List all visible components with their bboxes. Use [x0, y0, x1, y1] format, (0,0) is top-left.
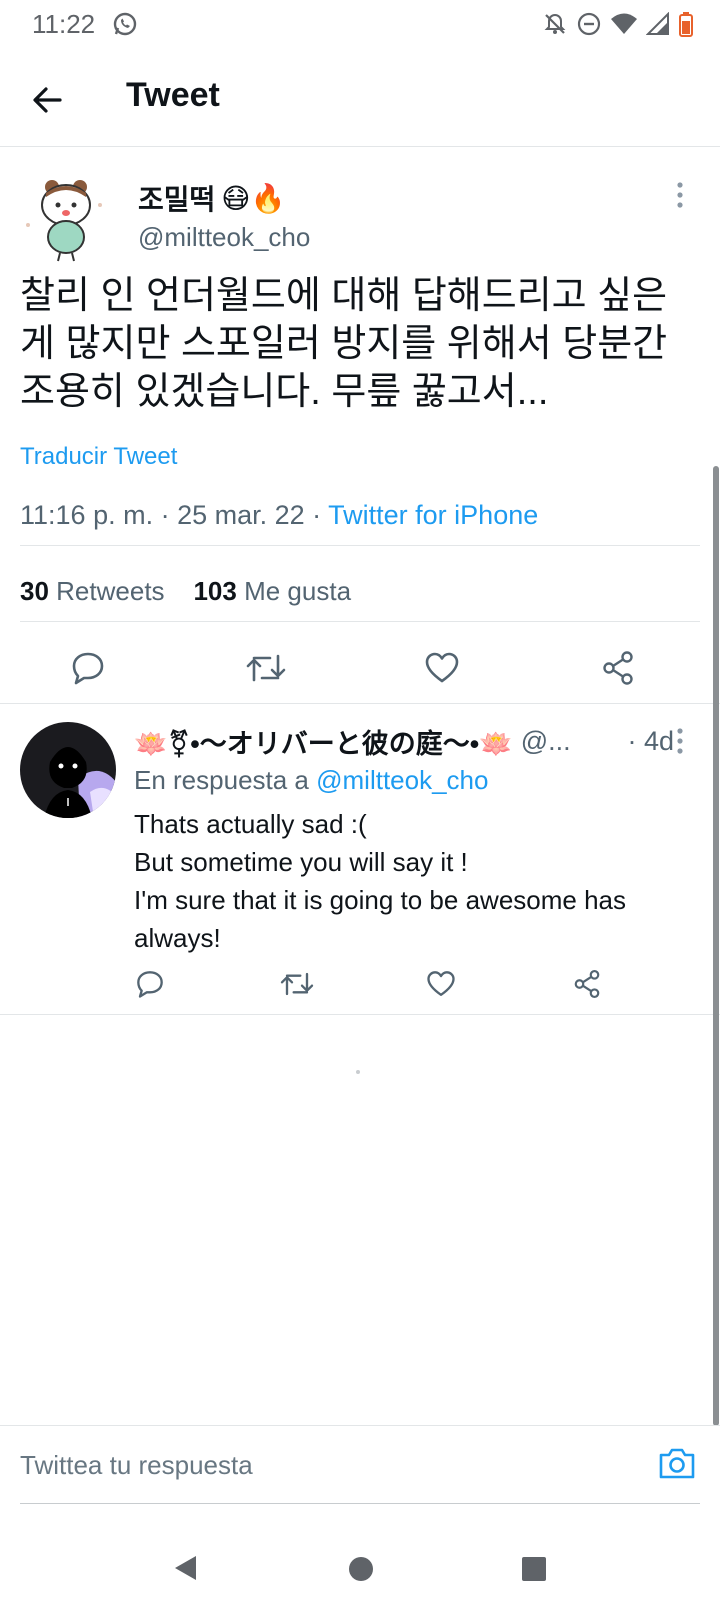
reply-text: Thats actually sad :( But sometime you w…	[134, 805, 674, 957]
reply-line: I'm sure that it is going to be awesome …	[134, 885, 634, 953]
tweet-source-link[interactable]: Twitter for iPhone	[328, 500, 538, 530]
reply-author-name: 🪷⚧•〜オリバーと彼の庭〜•🪷	[134, 729, 513, 759]
reply-author-handle: @...	[520, 726, 571, 756]
avatar[interactable]	[18, 175, 114, 263]
camera-icon	[659, 1448, 695, 1479]
scrollbar[interactable]	[713, 466, 719, 1426]
likes-label: Me gusta	[244, 576, 352, 606]
retweet-button[interactable]	[246, 650, 286, 690]
triangle-back-icon	[175, 1556, 196, 1580]
square-recents-icon	[522, 1557, 546, 1581]
tweet-stats: 30 Retweets 103 Me gusta	[20, 576, 351, 607]
do-not-disturb-icon	[576, 11, 602, 37]
reply-context: En respuesta a @miltteok_cho	[134, 765, 488, 796]
divider	[20, 545, 700, 546]
reply-line: Thats actually sad :(	[134, 809, 367, 839]
battery-icon	[678, 11, 694, 37]
arrow-left-icon	[33, 87, 62, 113]
reply-action-bar	[0, 965, 720, 1015]
status-time: 11:22	[32, 9, 96, 39]
more-vertical-icon	[677, 182, 683, 208]
heart-icon	[425, 652, 459, 683]
share-button[interactable]	[600, 650, 640, 690]
notifications-off-icon	[542, 11, 568, 37]
reply-reply-button[interactable]	[135, 969, 167, 1001]
compose-bar	[0, 1425, 720, 1505]
reply-like-button[interactable]	[426, 969, 458, 1001]
retweet-icon	[246, 654, 286, 682]
author-display-name: 조밀떡	[138, 184, 216, 215]
nav-home-button[interactable]	[348, 1556, 374, 1582]
retweets-count: 30	[20, 576, 49, 606]
like-button[interactable]	[424, 650, 464, 690]
author-handle[interactable]: @miltteok_cho	[138, 222, 310, 253]
reply-icon	[72, 652, 104, 685]
likes-stat[interactable]: 103 Me gusta	[193, 576, 351, 606]
camera-button[interactable]	[658, 1446, 696, 1480]
loading-indicator	[356, 1070, 360, 1074]
nav-recents-button[interactable]	[521, 1556, 547, 1582]
retweet-icon	[280, 972, 314, 996]
reply-retweet-button[interactable]	[280, 969, 314, 1001]
heart-icon	[427, 971, 455, 996]
share-icon	[574, 970, 600, 998]
tweet-meta: 11:16 p. m. · 25 mar. 22 · Twitter for i…	[20, 500, 538, 531]
likes-count: 103	[193, 576, 237, 606]
author-name[interactable]: 조밀떡 😷🔥	[138, 178, 285, 218]
whatsapp-icon	[112, 11, 138, 37]
tweet-timestamp: 11:16 p. m. · 25 mar. 22 ·	[20, 500, 329, 530]
circle-home-icon	[349, 1557, 373, 1581]
retweets-stat[interactable]: 30 Retweets	[20, 576, 165, 606]
reply-button[interactable]	[70, 650, 110, 690]
nav-back-button[interactable]	[172, 1554, 198, 1582]
translate-tweet-link[interactable]: Traducir Tweet	[20, 443, 177, 471]
wifi-icon	[610, 12, 638, 36]
page-title: Tweet	[126, 76, 220, 114]
tweet-text: 찰리 인 언더월드에 대해 답해드리고 싶은 게 많지만 스포일러 방지를 위해…	[20, 275, 668, 413]
author-emojis: 😷🔥	[221, 182, 286, 214]
reply-icon	[137, 971, 163, 998]
reply-to-handle-link[interactable]: @miltteok_cho	[316, 765, 488, 795]
more-options-button[interactable]	[676, 182, 684, 208]
reply-more-options-button[interactable]	[676, 728, 684, 754]
divider	[20, 621, 700, 622]
reply-share-button[interactable]	[572, 969, 604, 1001]
system-nav-bar	[0, 1520, 720, 1600]
reply-timestamp: · 4d	[627, 726, 674, 756]
compose-underline	[20, 1503, 700, 1504]
status-bar: 11:22	[0, 0, 720, 50]
back-button[interactable]	[28, 80, 68, 120]
top-app-bar: Tweet	[0, 50, 720, 147]
retweets-label: Retweets	[56, 576, 165, 606]
tweet-action-bar	[0, 640, 720, 704]
share-icon	[603, 651, 633, 685]
reply-line: But sometime you will say it !	[134, 847, 468, 877]
reply-header[interactable]: 🪷⚧•〜オリバーと彼の庭〜•🪷 @... · 4d	[134, 722, 674, 761]
more-vertical-icon	[677, 728, 683, 754]
reply-to-prefix: En respuesta a	[134, 765, 317, 795]
reply-input[interactable]	[20, 1440, 620, 1490]
reply-avatar[interactable]	[20, 722, 116, 818]
signal-icon	[646, 12, 670, 36]
